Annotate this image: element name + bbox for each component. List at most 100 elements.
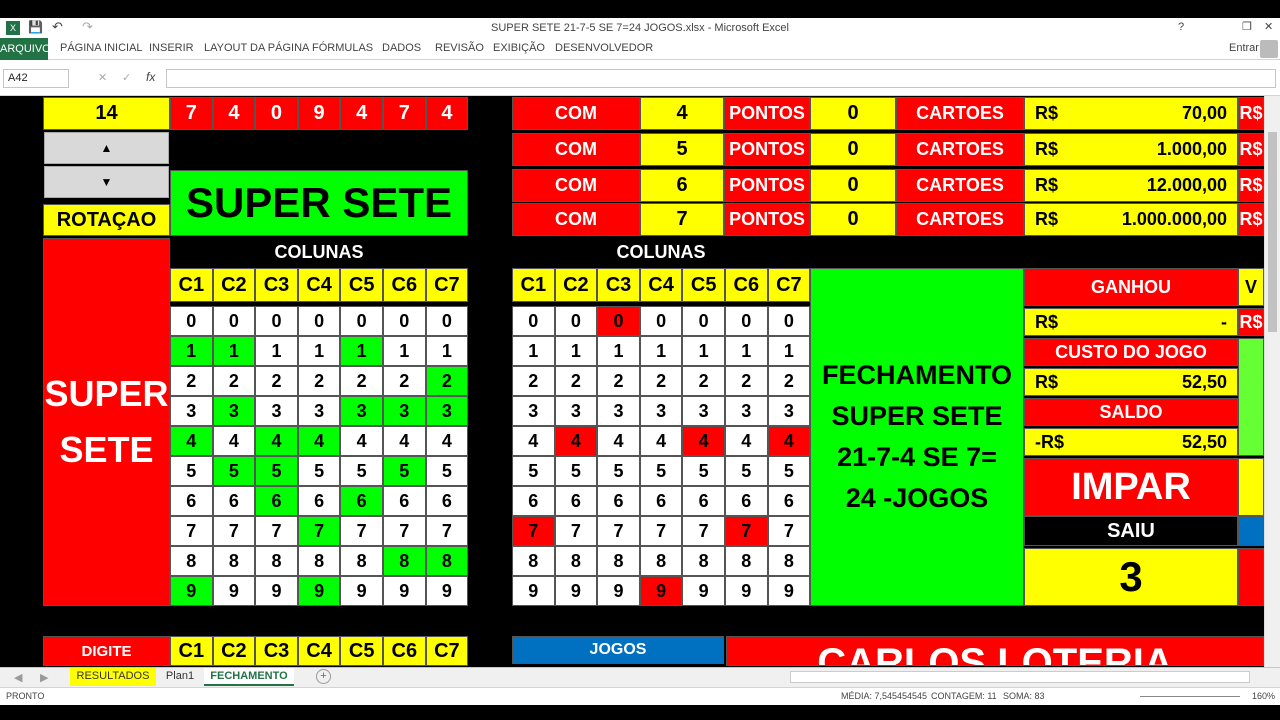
right-grid-cell[interactable]: 1 [597, 336, 640, 366]
tab-formulas[interactable]: FÓRMULAS [312, 42, 373, 54]
zoom-slider[interactable] [1140, 696, 1240, 697]
right-grid-cell[interactable]: 3 [639, 396, 683, 426]
left-grid-cell[interactable]: 3 [297, 396, 341, 426]
left-grid-cell[interactable]: 7 [255, 516, 298, 546]
right-grid-cell[interactable]: 6 [767, 486, 811, 516]
right-grid-cell[interactable]: 8 [725, 546, 768, 576]
left-grid-cell[interactable]: 8 [425, 546, 469, 576]
right-grid-cell[interactable]: 6 [682, 486, 725, 516]
left-grid-cell[interactable]: 9 [212, 576, 256, 606]
right-grid-cell[interactable]: 1 [554, 336, 598, 366]
cancel-icon[interactable]: ✕ [98, 71, 107, 84]
right-grid-cell[interactable]: 1 [512, 336, 555, 366]
result-digit[interactable]: 7 [170, 97, 213, 130]
left-grid-cell[interactable]: 5 [383, 456, 426, 486]
left-grid-cell[interactable]: 4 [255, 426, 298, 456]
right-grid-cell[interactable]: 4 [554, 426, 598, 456]
left-grid-cell[interactable]: 5 [255, 456, 298, 486]
result-digit[interactable]: 4 [425, 97, 469, 130]
left-grid-cell[interactable]: 5 [340, 456, 383, 486]
right-grid-cell[interactable]: 2 [512, 366, 555, 396]
right-grid-cell[interactable]: 3 [682, 396, 725, 426]
right-grid-cell[interactable]: 4 [725, 426, 768, 456]
formula-input[interactable] [166, 69, 1276, 88]
right-grid-cell[interactable]: 4 [682, 426, 725, 456]
right-grid-cell[interactable]: 0 [639, 306, 683, 336]
left-grid-cell[interactable]: 8 [383, 546, 426, 576]
left-grid-cell[interactable]: 9 [255, 576, 298, 606]
sheet-tab-fechamento[interactable]: FECHAMENTO [204, 668, 294, 686]
right-grid-cell[interactable]: 8 [682, 546, 725, 576]
right-grid-cell[interactable]: 5 [682, 456, 725, 486]
right-grid-cell[interactable]: 9 [725, 576, 768, 606]
spin-down-button[interactable]: ▼ [44, 166, 169, 198]
add-sheet-icon[interactable]: + [316, 669, 331, 684]
left-grid-cell[interactable]: 7 [340, 516, 383, 546]
right-grid-cell[interactable]: 7 [554, 516, 598, 546]
left-grid-cell[interactable]: 6 [340, 486, 383, 516]
left-grid-cell[interactable]: 8 [340, 546, 383, 576]
tab-revisao[interactable]: REVISÃO [435, 42, 484, 54]
tab-arquivo[interactable]: ARQUIVO [0, 38, 51, 60]
left-grid-cell[interactable]: 9 [297, 576, 341, 606]
right-grid-cell[interactable]: 0 [682, 306, 725, 336]
prize-quantity[interactable]: 0 [810, 97, 896, 130]
tab-desenvolvedor[interactable]: DESENVOLVEDOR [555, 42, 653, 54]
name-box[interactable]: A42 [3, 69, 69, 88]
right-grid-cell[interactable]: 4 [512, 426, 555, 456]
left-grid-cell[interactable]: 0 [383, 306, 426, 336]
right-grid-cell[interactable]: 7 [682, 516, 725, 546]
right-grid-cell[interactable]: 5 [639, 456, 683, 486]
left-grid-cell[interactable]: 0 [425, 306, 469, 336]
zoom-level[interactable]: 160% [1252, 691, 1275, 701]
right-grid-cell[interactable]: 9 [554, 576, 598, 606]
avatar[interactable] [1260, 40, 1278, 58]
right-grid-cell[interactable]: 2 [767, 366, 811, 396]
left-grid-cell[interactable]: 9 [425, 576, 469, 606]
left-grid-cell[interactable]: 0 [212, 306, 256, 336]
right-grid-cell[interactable]: 2 [597, 366, 640, 396]
right-grid-cell[interactable]: 0 [725, 306, 768, 336]
right-grid-cell[interactable]: 9 [597, 576, 640, 606]
left-grid-cell[interactable]: 5 [170, 456, 213, 486]
left-grid-cell[interactable]: 9 [340, 576, 383, 606]
left-grid-cell[interactable]: 6 [170, 486, 213, 516]
prize-quantity[interactable]: 0 [810, 203, 896, 236]
right-grid-cell[interactable]: 5 [767, 456, 811, 486]
right-grid-cell[interactable]: 0 [767, 306, 811, 336]
right-grid-cell[interactable]: 7 [597, 516, 640, 546]
tab-dados[interactable]: DADOS [382, 42, 421, 54]
left-grid-cell[interactable]: 9 [383, 576, 426, 606]
tab-exibicao[interactable]: EXIBIÇÃO [493, 42, 545, 54]
result-digit[interactable]: 7 [383, 97, 426, 130]
right-grid-cell[interactable]: 9 [767, 576, 811, 606]
sheet-tab-resultados[interactable]: RESULTADOS [70, 668, 156, 686]
left-grid-cell[interactable]: 7 [212, 516, 256, 546]
right-grid-cell[interactable]: 8 [767, 546, 811, 576]
left-grid-cell[interactable]: 7 [383, 516, 426, 546]
left-grid-cell[interactable]: 1 [425, 336, 469, 366]
count-cell[interactable]: 14 [43, 97, 170, 130]
result-digit[interactable]: 9 [297, 97, 341, 130]
left-grid-cell[interactable]: 4 [383, 426, 426, 456]
left-grid-cell[interactable]: 0 [170, 306, 213, 336]
right-grid-cell[interactable]: 8 [512, 546, 555, 576]
right-grid-cell[interactable]: 1 [639, 336, 683, 366]
enter-icon[interactable]: ✓ [122, 71, 131, 84]
left-grid-cell[interactable]: 6 [297, 486, 341, 516]
right-grid-cell[interactable]: 3 [725, 396, 768, 426]
left-grid-cell[interactable]: 2 [255, 366, 298, 396]
right-grid-cell[interactable]: 2 [725, 366, 768, 396]
left-grid-cell[interactable]: 9 [170, 576, 213, 606]
left-grid-cell[interactable]: 3 [255, 396, 298, 426]
left-grid-cell[interactable]: 8 [297, 546, 341, 576]
right-grid-cell[interactable]: 6 [512, 486, 555, 516]
right-grid-cell[interactable]: 0 [512, 306, 555, 336]
left-grid-cell[interactable]: 2 [340, 366, 383, 396]
right-grid-cell[interactable]: 9 [682, 576, 725, 606]
right-grid-cell[interactable]: 5 [554, 456, 598, 486]
right-grid-cell[interactable]: 9 [512, 576, 555, 606]
left-grid-cell[interactable]: 7 [425, 516, 469, 546]
left-grid-cell[interactable]: 8 [170, 546, 213, 576]
left-grid-cell[interactable]: 6 [212, 486, 256, 516]
